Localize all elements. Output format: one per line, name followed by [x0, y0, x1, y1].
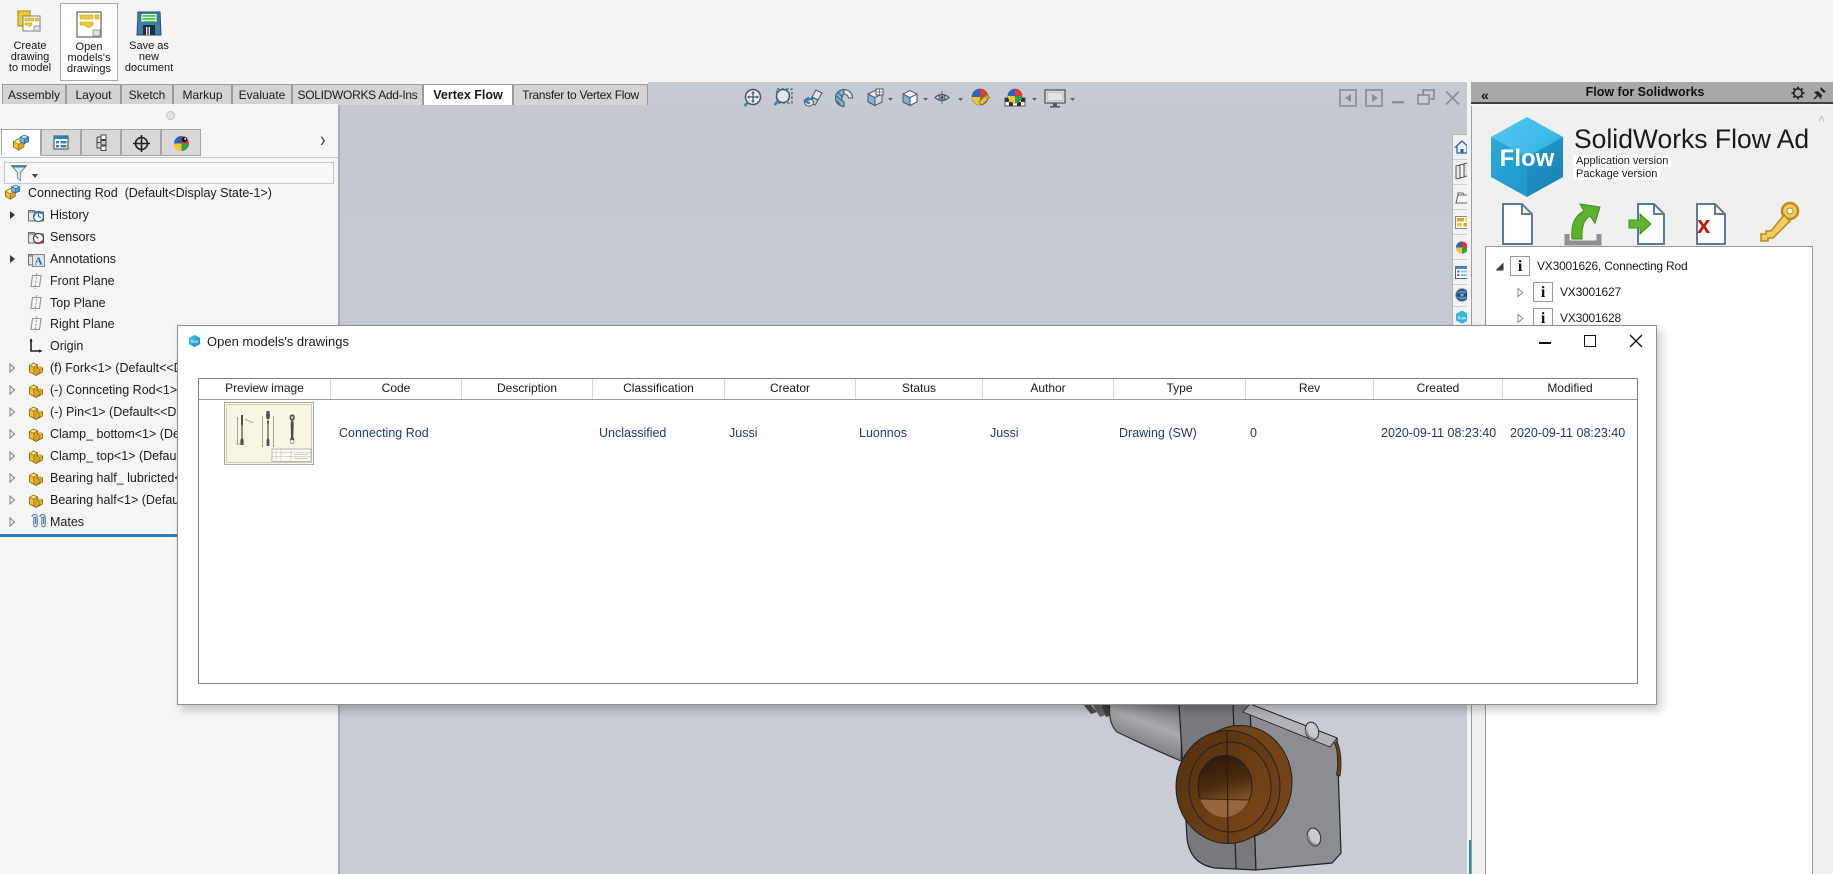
svg-text:flow: flow: [1458, 316, 1467, 321]
svg-text:Flow: Flow: [1500, 145, 1555, 172]
svg-text:x: x: [1697, 212, 1711, 239]
svg-text:flow: flow: [191, 339, 199, 344]
